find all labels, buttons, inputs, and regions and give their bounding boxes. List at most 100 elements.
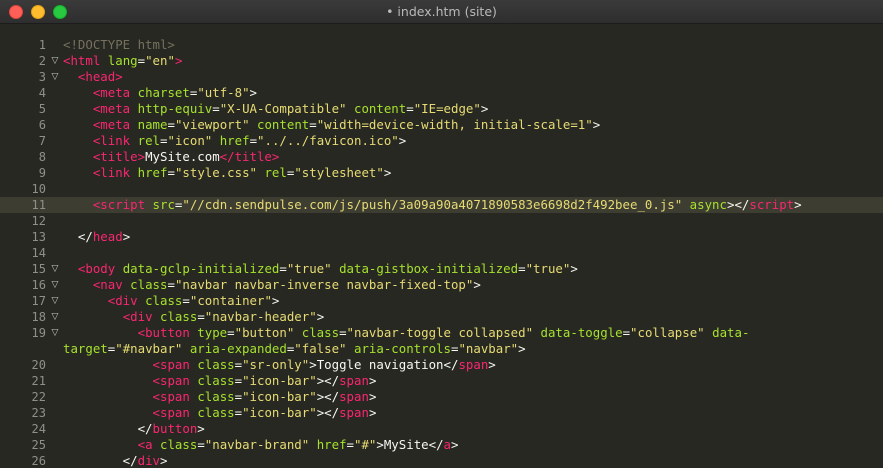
code-line[interactable]: 15 ▽ <body data-gclp-initialized="true" d… — [0, 261, 883, 277]
code-token: = — [346, 437, 354, 452]
code-token: <a — [137, 437, 153, 452]
code-line[interactable]: 24 </button> — [0, 421, 883, 437]
code-line[interactable]: 3 ▽ <head> — [0, 69, 883, 85]
code-line[interactable]: 21 <span class="icon-bar"></span> — [0, 373, 883, 389]
code-line[interactable]: 19 ▽ <button type="button" class="navbar-… — [0, 325, 883, 341]
code-line[interactable]: 23 <span class="icon-bar"></span> — [0, 405, 883, 421]
code-line[interactable]: 2 ▽ <html lang="en"> — [0, 53, 883, 69]
code-token: = — [234, 405, 243, 420]
code-token: span — [339, 405, 369, 420]
code-line[interactable]: 17 ▽ <div class="container"> — [0, 293, 883, 309]
code-line[interactable]: 4 <meta charset="utf-8"> — [0, 85, 883, 101]
code-token: "//cdn.sendpulse.com/js/push/3a09a90a407… — [182, 197, 683, 212]
code-editor[interactable]: 1 <!DOCTYPE html> 2 ▽ <html lang="en"> 3 ▽ <he… — [0, 24, 883, 468]
code-token: ></ — [316, 373, 340, 388]
code-token: "icon-bar" — [242, 389, 317, 404]
code-line[interactable]: 25 <a class="navbar-brand" href="#">MySi… — [0, 437, 883, 453]
code-token: >MySite</ — [376, 437, 444, 452]
line-number: 24 — [31, 422, 46, 436]
code-token: <meta — [92, 117, 131, 132]
code-token: <link — [92, 133, 131, 148]
code-line[interactable]: 6 <meta name="viewport" content="width=d… — [0, 117, 883, 133]
code-token: target — [63, 341, 108, 356]
code-token: = — [182, 293, 190, 308]
code-token: "sr-only" — [242, 357, 310, 372]
line-code: <head> — [63, 69, 123, 85]
code-token: > — [316, 309, 325, 324]
disclosure-triangle-down-icon[interactable]: ▽ — [49, 53, 61, 69]
code-token: "icon" — [167, 133, 213, 148]
code-token: a — [443, 437, 451, 452]
code-line[interactable]: 11 <script src="//cdn.sendpulse.com/js/p… — [0, 197, 883, 213]
line-code: <meta http-equiv="X-UA-Compatible" conte… — [63, 101, 488, 117]
code-token: "navbar-header" — [204, 309, 317, 324]
code-line[interactable]: 16 ▽ <nav class="navbar navbar-inverse na… — [0, 277, 883, 293]
line-number: 1 — [38, 38, 46, 52]
code-line[interactable]: 7 <link rel="icon" href="../../favicon.i… — [0, 133, 883, 149]
line-number: 21 — [31, 374, 46, 388]
code-token: <html — [63, 53, 101, 68]
code-line[interactable]: 26 </div> — [0, 453, 883, 468]
disclosure-triangle-down-icon[interactable]: ▽ — [49, 309, 61, 325]
code-token: class — [160, 437, 198, 452]
disclosure-triangle-down-icon[interactable]: ▽ — [49, 277, 61, 293]
code-token: "collapse" — [630, 325, 705, 340]
code-line[interactable]: 8 <title>MySite.com</title> — [0, 149, 883, 165]
line-number: 4 — [38, 86, 46, 100]
line-number: 16 — [31, 278, 46, 292]
disclosure-triangle-down-icon[interactable]: ▽ — [49, 325, 61, 341]
line-number: 15 — [31, 262, 46, 276]
code-token: = — [234, 373, 243, 388]
line-number: 22 — [31, 390, 46, 404]
code-token: = — [518, 261, 526, 276]
code-line[interactable]: 20 <span class="sr-only">Toggle navigati… — [0, 357, 883, 373]
line-number: 25 — [31, 438, 46, 452]
code-token: ></ — [726, 197, 750, 212]
code-token: = — [212, 101, 220, 116]
code-token: "true" — [286, 261, 332, 276]
code-line[interactable]: target="#navbar" aria-expanded="false" a… — [0, 341, 883, 357]
code-token: <button — [137, 325, 190, 340]
line-number: 20 — [31, 358, 46, 372]
code-line[interactable]: 14 — [0, 245, 883, 261]
line-code: <html lang="en"> — [63, 53, 182, 69]
code-token: > — [398, 133, 407, 148]
code-line[interactable]: 5 <meta http-equiv="X-UA-Compatible" con… — [0, 101, 883, 117]
code-line[interactable]: 9 <link href="style.css" rel="stylesheet… — [0, 165, 883, 181]
code-line[interactable]: 12 — [0, 213, 883, 229]
code-token: <head> — [77, 69, 123, 84]
code-token: > — [174, 53, 183, 68]
code-line[interactable]: 13 </head> — [0, 229, 883, 245]
code-token: data-gistbox-initialized — [339, 261, 519, 276]
code-token: async — [689, 197, 727, 212]
line-number: 14 — [31, 246, 46, 260]
code-line[interactable]: 18 ▽ <div class="navbar-header"> — [0, 309, 883, 325]
line-number: 23 — [31, 406, 46, 420]
code-token: = — [279, 261, 287, 276]
code-token: <script — [92, 197, 146, 212]
code-token: > — [368, 373, 377, 388]
code-token: href — [219, 133, 250, 148]
code-line[interactable]: 22 <span class="icon-bar"></span> — [0, 389, 883, 405]
code-token: = — [406, 101, 414, 116]
code-token: lang — [107, 53, 138, 68]
line-number: 2 — [38, 54, 46, 68]
code-token: rel — [264, 165, 287, 180]
line-code: <title>MySite.com</title> — [63, 149, 280, 165]
code-line[interactable]: 10 — [0, 181, 883, 197]
code-line[interactable]: 1 <!DOCTYPE html> — [0, 37, 883, 53]
code-token: rel — [137, 133, 161, 148]
disclosure-triangle-down-icon[interactable]: ▽ — [49, 69, 61, 85]
disclosure-triangle-down-icon[interactable]: ▽ — [49, 293, 61, 309]
code-token: "icon-bar" — [242, 373, 317, 388]
code-token: = — [227, 325, 235, 340]
code-token: content — [257, 117, 310, 132]
disclosure-triangle-down-icon[interactable]: ▽ — [49, 261, 61, 277]
